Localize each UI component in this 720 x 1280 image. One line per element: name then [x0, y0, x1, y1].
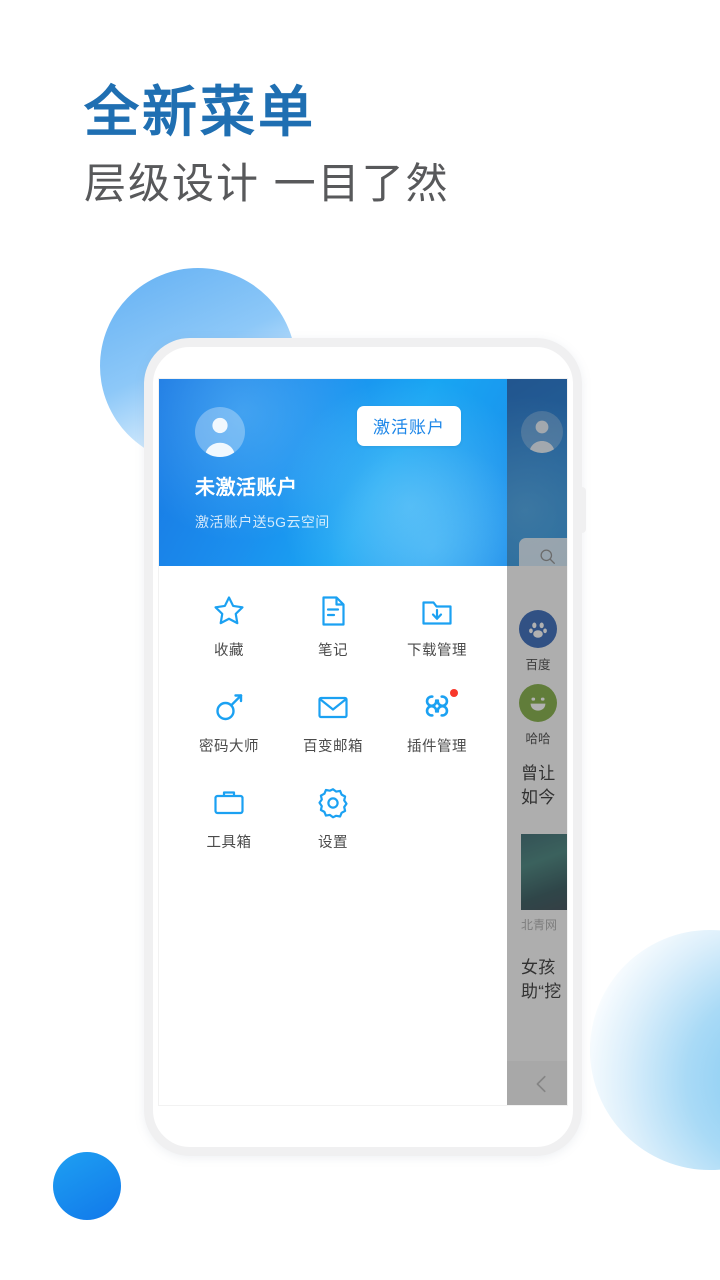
notification-badge — [450, 689, 458, 697]
note-document-icon — [316, 594, 350, 628]
promo-headline-block: 全新菜单 层级设计 一目了然 — [84, 80, 450, 209]
dim-scrim-overlay[interactable] — [507, 379, 567, 1105]
promo-subheadline: 层级设计 一目了然 — [84, 159, 450, 207]
account-subtitle: 激活账户送5G云空间 — [195, 514, 330, 530]
menu-item-label: 收藏 — [214, 643, 244, 659]
gear-icon — [316, 786, 350, 820]
menu-item-email[interactable]: 百变邮箱 — [281, 684, 385, 756]
menu-item-settings[interactable]: 设置 — [281, 780, 385, 852]
menu-item-label: 工具箱 — [206, 835, 252, 851]
account-header: 未激活账户 激活账户送5G云空间 激活账户 — [159, 379, 507, 566]
background-browser-page: 百度 哈哈 曾让 如今 北青网 女孩 助“挖 — [507, 379, 567, 1105]
menu-item-plugins[interactable]: 插件管理 — [385, 684, 489, 756]
menu-item-notes[interactable]: 笔记 — [281, 588, 385, 660]
folder-download-icon — [420, 594, 454, 628]
menu-item-label: 百变邮箱 — [303, 739, 363, 755]
star-icon — [212, 594, 246, 628]
phone-side-button[interactable] — [580, 487, 586, 533]
phone-mockup: 百度 哈哈 曾让 如今 北青网 女孩 助“挖 未激活账户 激活账户送5G云空间 … — [144, 338, 586, 1156]
menu-item-label: 设置 — [318, 835, 348, 851]
decorative-circle-bottom-right — [590, 930, 720, 1170]
menu-item-label: 密码大师 — [199, 739, 259, 755]
decorative-circle-bottom-left — [53, 1152, 121, 1220]
envelope-icon — [316, 690, 350, 724]
menu-icon-grid: 收藏 笔记 下载管理 密码大师 百变邮箱 插件管理 工具箱 设置 — [159, 566, 507, 852]
key-icon — [212, 690, 246, 724]
phone-screen: 百度 哈哈 曾让 如今 北青网 女孩 助“挖 未激活账户 激活账户送5G云空间 … — [158, 378, 568, 1106]
menu-item-label: 笔记 — [318, 643, 348, 659]
promo-headline: 全新菜单 — [84, 81, 317, 143]
menu-item-label: 下载管理 — [407, 643, 467, 659]
menu-item-label: 插件管理 — [407, 739, 467, 755]
account-name: 未激活账户 — [195, 477, 298, 499]
person-avatar-icon[interactable] — [195, 407, 245, 457]
menu-item-downloads[interactable]: 下载管理 — [385, 588, 489, 660]
menu-item-password-master[interactable]: 密码大师 — [177, 684, 281, 756]
plugin-clover-icon — [420, 689, 458, 724]
menu-item-favorites[interactable]: 收藏 — [177, 588, 281, 660]
toolbox-icon — [212, 786, 246, 820]
activate-account-button[interactable]: 激活账户 — [357, 406, 461, 446]
menu-drawer: 未激活账户 激活账户送5G云空间 激活账户 收藏 笔记 下载管理 密码大师 百变… — [159, 379, 507, 1105]
menu-item-toolbox[interactable]: 工具箱 — [177, 780, 281, 852]
promo-screenshot: 全新菜单 层级设计 一目了然 百度 哈哈 曾让 如今 北青网 女孩 助“挖 未激… — [0, 0, 720, 1280]
